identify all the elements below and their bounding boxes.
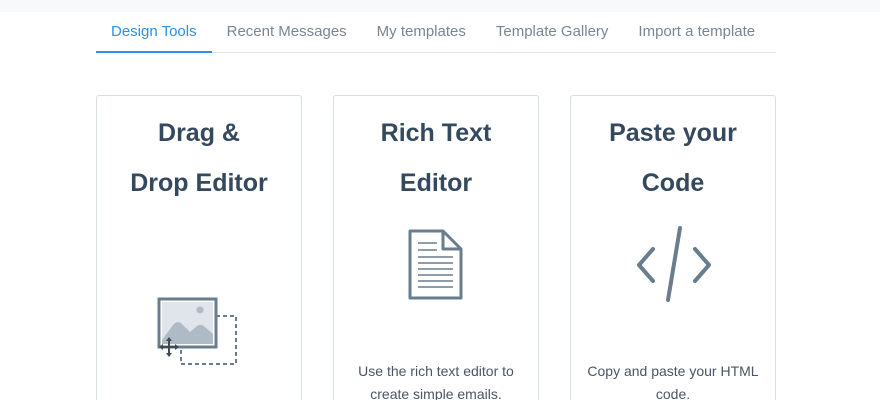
top-band — [0, 0, 880, 12]
card-description: Copy and paste your HTML code. — [587, 363, 759, 400]
rich-text-editor-card[interactable]: Rich Text Editor Use the rich text edito… — [333, 95, 539, 400]
card-title: Rich Text Editor — [380, 119, 492, 197]
tab-design-tools[interactable]: Design Tools — [96, 12, 212, 53]
drag-drop-editor-card[interactable]: Drag & Drop Editor — [96, 95, 302, 400]
design-tabs: Design Tools Recent Messages My template… — [96, 12, 776, 53]
tab-template-gallery[interactable]: Template Gallery — [481, 12, 624, 53]
drag-drop-image-icon — [157, 297, 237, 365]
code-icon — [637, 226, 711, 302]
paste-code-card[interactable]: Paste your Code Copy and paste your HTML… — [570, 95, 776, 400]
tab-import-template[interactable]: Import a template — [623, 12, 770, 53]
card-title: Paste your Code — [609, 119, 737, 197]
card-description: Use the rich text editor to create simpl… — [358, 363, 514, 400]
tab-recent-messages[interactable]: Recent Messages — [212, 12, 362, 53]
tab-my-templates[interactable]: My templates — [362, 12, 481, 53]
document-icon — [408, 229, 463, 300]
card-title: Drag & Drop Editor — [130, 119, 268, 197]
